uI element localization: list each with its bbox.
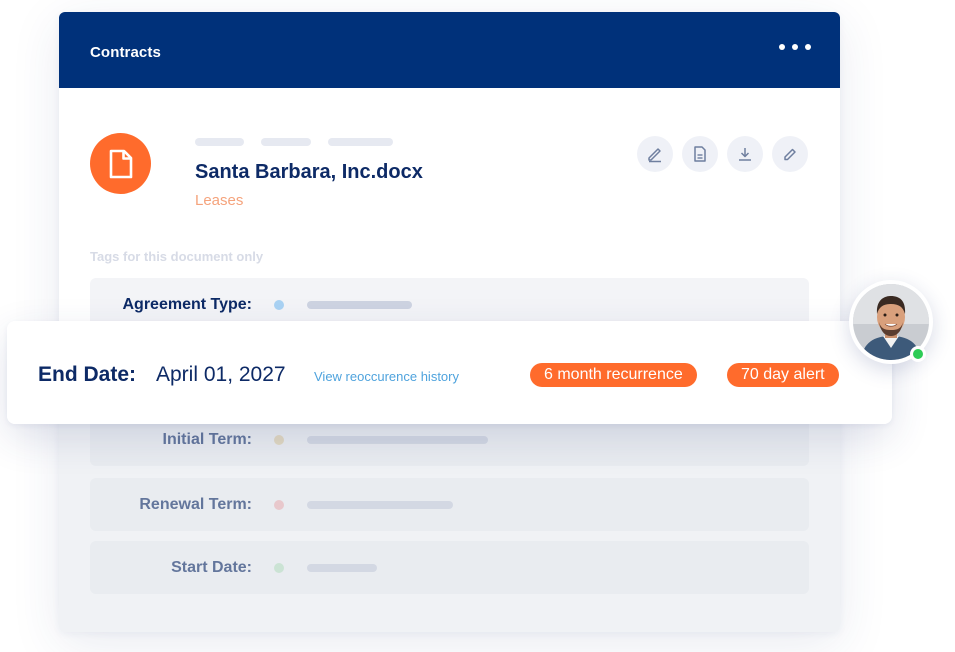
edit-icon[interactable] <box>637 136 673 172</box>
document-icon <box>90 133 151 194</box>
document-name: Santa Barbara, Inc.docx <box>195 161 423 183</box>
pencil-icon[interactable] <box>772 136 808 172</box>
file-text-icon[interactable] <box>682 136 718 172</box>
field-dot <box>274 500 284 510</box>
field-dot <box>274 563 284 573</box>
field-label: Renewal Term: <box>139 496 252 513</box>
field-value-placeholder <box>307 436 488 444</box>
field-label: Start Date: <box>171 559 252 576</box>
field-dot <box>274 300 284 310</box>
field-value-placeholder <box>307 301 412 309</box>
view-history-link[interactable]: View reoccurence history <box>314 369 459 384</box>
recurrence-badge: 6 month recurrence <box>530 363 697 387</box>
end-date-popup: End Date: April 01, 2027 View reoccurenc… <box>7 321 892 424</box>
end-date-value: April 01, 2027 <box>156 363 286 386</box>
field-dot <box>274 435 284 445</box>
document-category: Leases <box>195 192 244 209</box>
document-actions <box>637 136 808 172</box>
end-date-label: End Date: <box>38 363 137 386</box>
field-value-placeholder <box>307 501 453 509</box>
card-header: Contracts <box>59 12 840 88</box>
download-icon[interactable] <box>727 136 763 172</box>
more-horizontal-icon[interactable] <box>779 44 811 50</box>
title-skeleton <box>195 138 393 146</box>
field-row-start-date: Start Date: <box>90 541 809 594</box>
card-title: Contracts <box>90 44 161 61</box>
tags-label: Tags for this document only <box>90 249 264 264</box>
online-status-indicator <box>910 346 926 362</box>
alert-badge: 70 day alert <box>727 363 839 387</box>
field-row-renewal-term: Renewal Term: <box>90 478 809 531</box>
field-value-placeholder <box>307 564 377 572</box>
